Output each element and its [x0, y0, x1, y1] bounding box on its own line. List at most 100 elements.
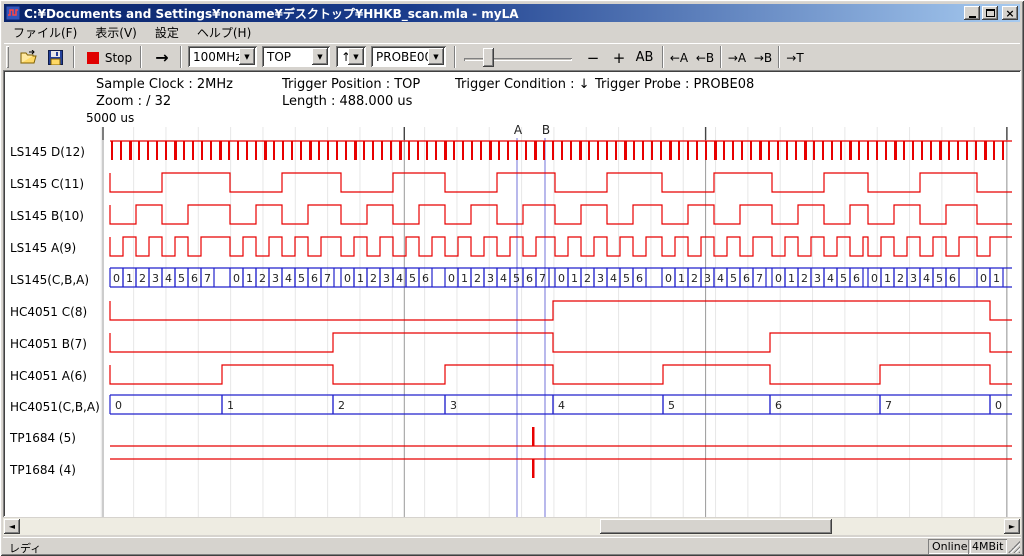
bus-value: 0 [233, 272, 240, 285]
zoom-in-button[interactable]: + [607, 46, 631, 69]
status-ready: レディ [9, 540, 41, 556]
bus-value: 5 [730, 272, 737, 285]
bus-value: 3 [487, 272, 494, 285]
bus-value: 4 [285, 272, 292, 285]
chevron-down-icon[interactable]: ▼ [312, 48, 328, 65]
channel-label: LS145 A(9) [10, 241, 76, 255]
bus-value: 5 [409, 272, 416, 285]
clock-pulse [318, 141, 320, 160]
waveform-trace [110, 237, 1012, 256]
open-button[interactable] [16, 46, 41, 69]
menu-view[interactable]: 表示(V) [86, 22, 146, 43]
run-button[interactable]: → [147, 46, 177, 69]
clock-pulse [975, 141, 977, 160]
trigger-probe-combo[interactable]: PROBE00 ▼ [371, 46, 446, 67]
bus-value: 2 [338, 399, 345, 412]
clock-pulse [984, 141, 987, 160]
toolbar: Stop → 100MHz ▼ TOP ▼ ↑ ▼ PROBE00 ▼ − + … [4, 43, 1020, 70]
close-button[interactable]: × [1002, 6, 1018, 20]
clock-pulse [336, 141, 338, 160]
clock-pulse [147, 141, 149, 160]
bus-value: 7 [756, 272, 763, 285]
clock-pulse [921, 141, 923, 160]
clock-pulse [480, 141, 482, 160]
bus-value: 1 [227, 399, 234, 412]
clock-pulse [453, 141, 455, 160]
horizontal-scrollbar[interactable]: ◄ ► [3, 518, 1021, 535]
stop-icon [87, 52, 99, 64]
bus-value: 3 [272, 272, 279, 285]
trigger-edge-combo[interactable]: ↑ ▼ [336, 46, 366, 67]
chevron-down-icon[interactable]: ▼ [239, 48, 255, 65]
clock-pulse [876, 141, 878, 160]
menu-file[interactable]: ファイル(F) [4, 22, 86, 43]
sample-rate-combo[interactable]: 100MHz ▼ [188, 46, 257, 67]
toolbar-grip[interactable] [6, 46, 9, 68]
clock-pulse [264, 141, 267, 160]
menu-help[interactable]: ヘルプ(H) [188, 22, 260, 43]
zoom-slider-thumb[interactable] [483, 48, 494, 67]
clock-pulse [993, 141, 995, 160]
bus-value: 3 [910, 272, 917, 285]
waveform-panel: Sample Clock : 2MHz Trigger Position : T… [3, 70, 1021, 517]
bus-value: 5 [513, 272, 520, 285]
goto-cursor-b-button[interactable]: ←B [692, 46, 718, 69]
clock-pulse [1002, 141, 1004, 160]
zoom-slider[interactable] [464, 46, 574, 69]
clock-pulse [939, 141, 942, 160]
zoom-out-button[interactable]: − [581, 46, 605, 69]
scroll-right-icon[interactable]: ► [1004, 519, 1020, 534]
zoom-slider-track[interactable] [464, 58, 572, 61]
clock-pulse [237, 141, 239, 160]
stop-button[interactable]: Stop [82, 46, 137, 69]
bus-value: 5 [623, 272, 630, 285]
resize-grip[interactable] [1008, 541, 1020, 553]
scroll-left-icon[interactable]: ◄ [4, 519, 20, 534]
clock-pulse [813, 141, 815, 160]
goto-trigger-button[interactable]: →T [782, 46, 808, 69]
floppy-disk-icon [48, 50, 63, 65]
clock-pulse [138, 141, 140, 160]
zoom-ab-button[interactable]: AB [631, 46, 658, 69]
channel-label: LS145 D(12) [10, 145, 85, 159]
goto-cursor-a-button[interactable]: ←A [666, 46, 692, 69]
save-button[interactable] [43, 46, 68, 69]
clock-pulse [723, 141, 725, 160]
bus-value: 0 [995, 399, 1002, 412]
minimize-icon [969, 16, 976, 18]
chevron-down-icon[interactable]: ▼ [348, 48, 364, 65]
scrollbar-thumb[interactable] [600, 519, 832, 534]
clock-pulse [183, 141, 185, 160]
bus-value: 2 [370, 272, 377, 285]
clock-pulse [228, 141, 230, 160]
bus-value: 4 [610, 272, 617, 285]
bus-value: 6 [949, 272, 956, 285]
bus-value: 1 [571, 272, 578, 285]
bus-value: 4 [396, 272, 403, 285]
set-cursor-a-button[interactable]: →A [724, 46, 750, 69]
clock-pulse [714, 141, 717, 160]
clock-pulse [786, 141, 788, 160]
clock-pulse [471, 141, 473, 160]
minimize-button[interactable] [964, 6, 980, 20]
clock-pulse [660, 141, 662, 160]
trigger-position-combo[interactable]: TOP ▼ [262, 46, 330, 67]
app-icon [6, 6, 20, 20]
clock-pulse [462, 141, 464, 160]
cursor-label-a: A [514, 123, 523, 137]
clock-pulse [219, 141, 222, 160]
bus-value: 0 [980, 272, 987, 285]
waveform-trace [110, 365, 1012, 384]
clock-pulse [201, 141, 203, 160]
clock-pulse [417, 141, 419, 160]
chevron-down-icon[interactable]: ▼ [428, 48, 444, 65]
maximize-button[interactable] [982, 6, 998, 20]
clock-pulse [579, 141, 582, 160]
clock-pulse [966, 141, 968, 160]
menu-settings[interactable]: 設定 [146, 22, 188, 43]
bus-value: 0 [113, 272, 120, 285]
set-cursor-b-button[interactable]: →B [750, 46, 776, 69]
bus-value: 1 [461, 272, 468, 285]
clock-pulse [705, 141, 707, 160]
bus-value: 3 [814, 272, 821, 285]
